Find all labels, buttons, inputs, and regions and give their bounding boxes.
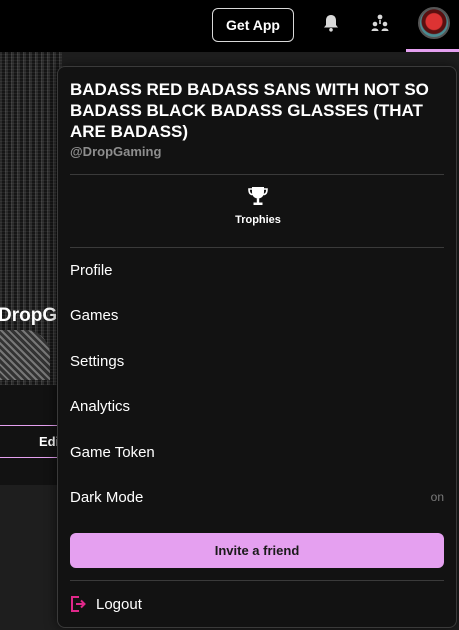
profile-dropdown-menu: BADASS RED BADASS SANS WITH NOT SO BADAS… — [57, 66, 457, 628]
menu-item-dark-mode[interactable]: Dark Mode on — [70, 479, 444, 515]
menu-item-label: Game Token — [70, 443, 155, 461]
menu-username-title: BADASS RED BADASS SANS WITH NOT SO BADAS… — [70, 80, 429, 141]
trophies-button[interactable]: Trophies — [208, 185, 308, 235]
menu-item-label: Games — [70, 306, 119, 324]
menu-item-settings[interactable]: Settings — [70, 343, 444, 379]
active-indicator — [406, 49, 459, 52]
people-icon[interactable] — [369, 12, 391, 34]
divider — [70, 247, 444, 248]
trophies-label: Trophies — [235, 214, 281, 226]
get-app-button[interactable]: Get App — [212, 8, 294, 42]
menu-item-label: Dark Mode — [70, 488, 144, 506]
logout-icon — [71, 596, 86, 612]
divider — [70, 580, 444, 581]
divider — [70, 174, 444, 175]
invite-friend-button[interactable]: Invite a friend — [70, 533, 444, 568]
menu-item-label: Settings — [70, 352, 125, 370]
bell-icon[interactable] — [320, 12, 342, 34]
top-navigation-bar: Get App — [0, 0, 459, 52]
logout-button[interactable]: Logout — [70, 591, 142, 617]
menu-item-label: Analytics — [70, 397, 131, 415]
menu-item-profile[interactable]: Profile — [70, 252, 444, 288]
menu-item-games[interactable]: Games — [70, 297, 444, 333]
menu-handle: @DropGaming — [70, 144, 162, 159]
trophy-icon — [248, 187, 268, 205]
logout-label: Logout — [96, 595, 142, 613]
menu-item-game-token[interactable]: Game Token — [70, 434, 444, 470]
banner-image-detail — [0, 330, 50, 380]
menu-item-analytics[interactable]: Analytics — [70, 388, 444, 424]
dark-mode-status: on — [430, 490, 444, 504]
menu-item-label: Profile — [70, 261, 113, 279]
avatar[interactable] — [418, 7, 450, 39]
